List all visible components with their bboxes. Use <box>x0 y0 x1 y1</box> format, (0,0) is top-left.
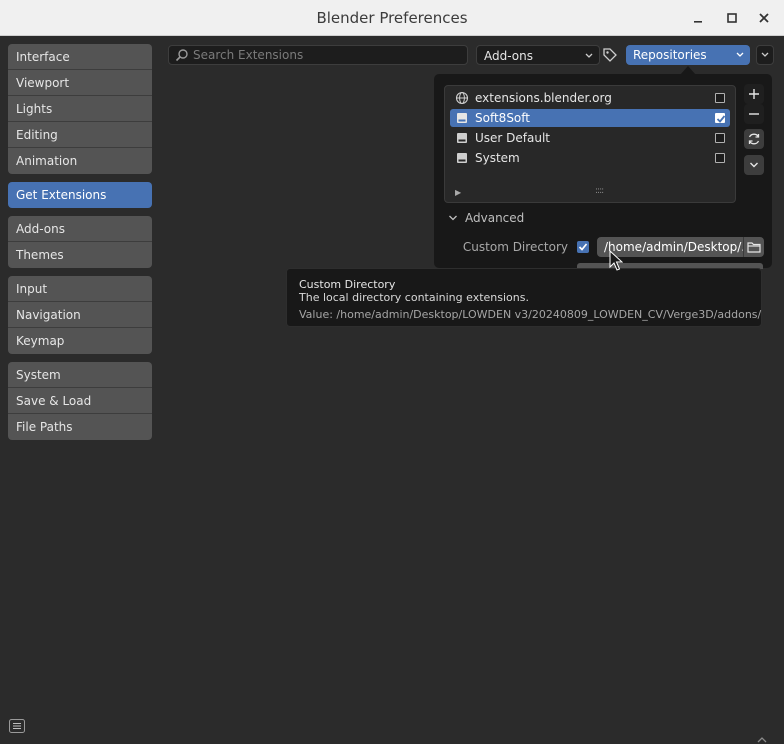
chevron-down-icon <box>735 46 745 72</box>
close-icon <box>759 13 769 23</box>
refresh-icon <box>748 133 760 145</box>
nav-group-input: Input Navigation Keymap <box>8 276 152 354</box>
repository-row-extensions-blender-org[interactable]: extensions.blender.org <box>450 89 730 107</box>
plus-icon <box>749 89 759 99</box>
mouse-cursor-icon <box>609 250 623 271</box>
resize-grip-icon[interactable]: :::: <box>595 186 604 196</box>
repository-name: System <box>475 151 520 165</box>
sidebar-item-interface[interactable]: Interface <box>8 44 152 70</box>
refresh-repository-button[interactable] <box>744 129 764 149</box>
minus-icon <box>749 113 759 115</box>
repository-row-user-default[interactable]: User Default <box>450 129 730 147</box>
sidebar-item-get-extensions[interactable]: Get Extensions <box>8 182 152 208</box>
repository-options-button[interactable] <box>744 155 764 175</box>
sidebar-item-addons[interactable]: Add-ons <box>8 216 152 242</box>
sidebar-item-themes[interactable]: Themes <box>8 242 152 268</box>
browse-folder-button[interactable] <box>743 237 764 257</box>
title-bar: Blender Preferences <box>0 0 784 36</box>
search-input[interactable] <box>193 46 463 64</box>
repository-row-system[interactable]: System <box>450 149 730 167</box>
sidebar-item-keymap[interactable]: Keymap <box>8 328 152 354</box>
tag-icon <box>603 48 617 62</box>
chevron-up-icon[interactable] <box>755 734 769 744</box>
addons-filter-label: Add-ons <box>484 49 533 63</box>
close-button[interactable] <box>754 8 774 28</box>
repository-name: Soft8Soft <box>475 111 530 125</box>
repository-enabled-checkbox[interactable] <box>715 133 725 143</box>
expand-triangle-icon[interactable]: ▶ <box>455 188 461 197</box>
preferences-sidebar: Interface Viewport Lights Editing Animat… <box>8 44 152 448</box>
tooltip-description: The local directory containing extension… <box>299 291 529 304</box>
repository-row-soft8soft[interactable]: Soft8Soft <box>450 109 730 127</box>
nav-group-general: Interface Viewport Lights Editing Animat… <box>8 44 152 174</box>
add-repository-button[interactable] <box>744 84 764 104</box>
advanced-section-label: Advanced <box>465 211 525 225</box>
sidebar-item-save-load[interactable]: Save & Load <box>8 388 152 414</box>
nav-group-extensions: Get Extensions <box>8 182 152 208</box>
disk-icon <box>457 153 467 163</box>
remove-repository-button[interactable] <box>744 104 764 124</box>
tags-button[interactable] <box>600 45 620 65</box>
folder-icon <box>747 242 761 253</box>
sidebar-item-navigation[interactable]: Navigation <box>8 302 152 328</box>
window-title: Blender Preferences <box>316 9 468 27</box>
custom-directory-tooltip: Custom Directory The local directory con… <box>286 268 762 327</box>
more-options-button[interactable] <box>756 45 774 65</box>
sidebar-item-system[interactable]: System <box>8 362 152 388</box>
disk-icon <box>457 133 467 143</box>
tooltip-value: Value: /home/admin/Desktop/LOWDEN v3/202… <box>299 308 762 321</box>
nav-group-addons: Add-ons Themes <box>8 216 152 268</box>
chevron-down-icon <box>761 52 769 57</box>
tooltip-title: Custom Directory <box>299 278 396 291</box>
custom-directory-checkbox[interactable] <box>577 241 589 253</box>
repository-list: extensions.blender.org Soft8Soft User De… <box>444 85 736 203</box>
chevron-down-icon <box>584 47 594 73</box>
custom-directory-label: Custom Directory <box>462 240 568 254</box>
repository-enabled-checkbox[interactable] <box>715 153 725 163</box>
repository-name: extensions.blender.org <box>475 91 612 105</box>
nav-group-system: System Save & Load File Paths <box>8 362 152 440</box>
repository-enabled-checkbox[interactable] <box>715 113 726 123</box>
search-box <box>168 45 468 65</box>
chevron-down-icon <box>449 215 457 221</box>
sidebar-item-input[interactable]: Input <box>8 276 152 302</box>
addons-filter-dropdown[interactable]: Add-ons <box>476 45 600 65</box>
sidebar-item-editing[interactable]: Editing <box>8 122 152 148</box>
maximize-button[interactable] <box>722 8 742 28</box>
check-icon <box>578 243 588 251</box>
maximize-icon <box>727 13 737 23</box>
repository-enabled-checkbox[interactable] <box>715 93 725 103</box>
disk-icon <box>457 113 467 123</box>
sidebar-item-lights[interactable]: Lights <box>8 96 152 122</box>
globe-icon <box>455 91 469 105</box>
hamburger-menu-icon[interactable] <box>9 719 25 733</box>
search-icon <box>175 49 188 62</box>
chevron-down-icon <box>750 162 758 168</box>
sidebar-item-viewport[interactable]: Viewport <box>8 70 152 96</box>
minimize-icon <box>694 21 702 23</box>
sidebar-item-file-paths[interactable]: File Paths <box>8 414 152 440</box>
sidebar-item-animation[interactable]: Animation <box>8 148 152 174</box>
repositories-label: Repositories <box>633 48 707 62</box>
check-icon <box>716 115 726 123</box>
repositories-dropdown[interactable]: Repositories <box>626 45 750 65</box>
repository-name: User Default <box>475 131 551 145</box>
minimize-button[interactable] <box>688 8 708 28</box>
